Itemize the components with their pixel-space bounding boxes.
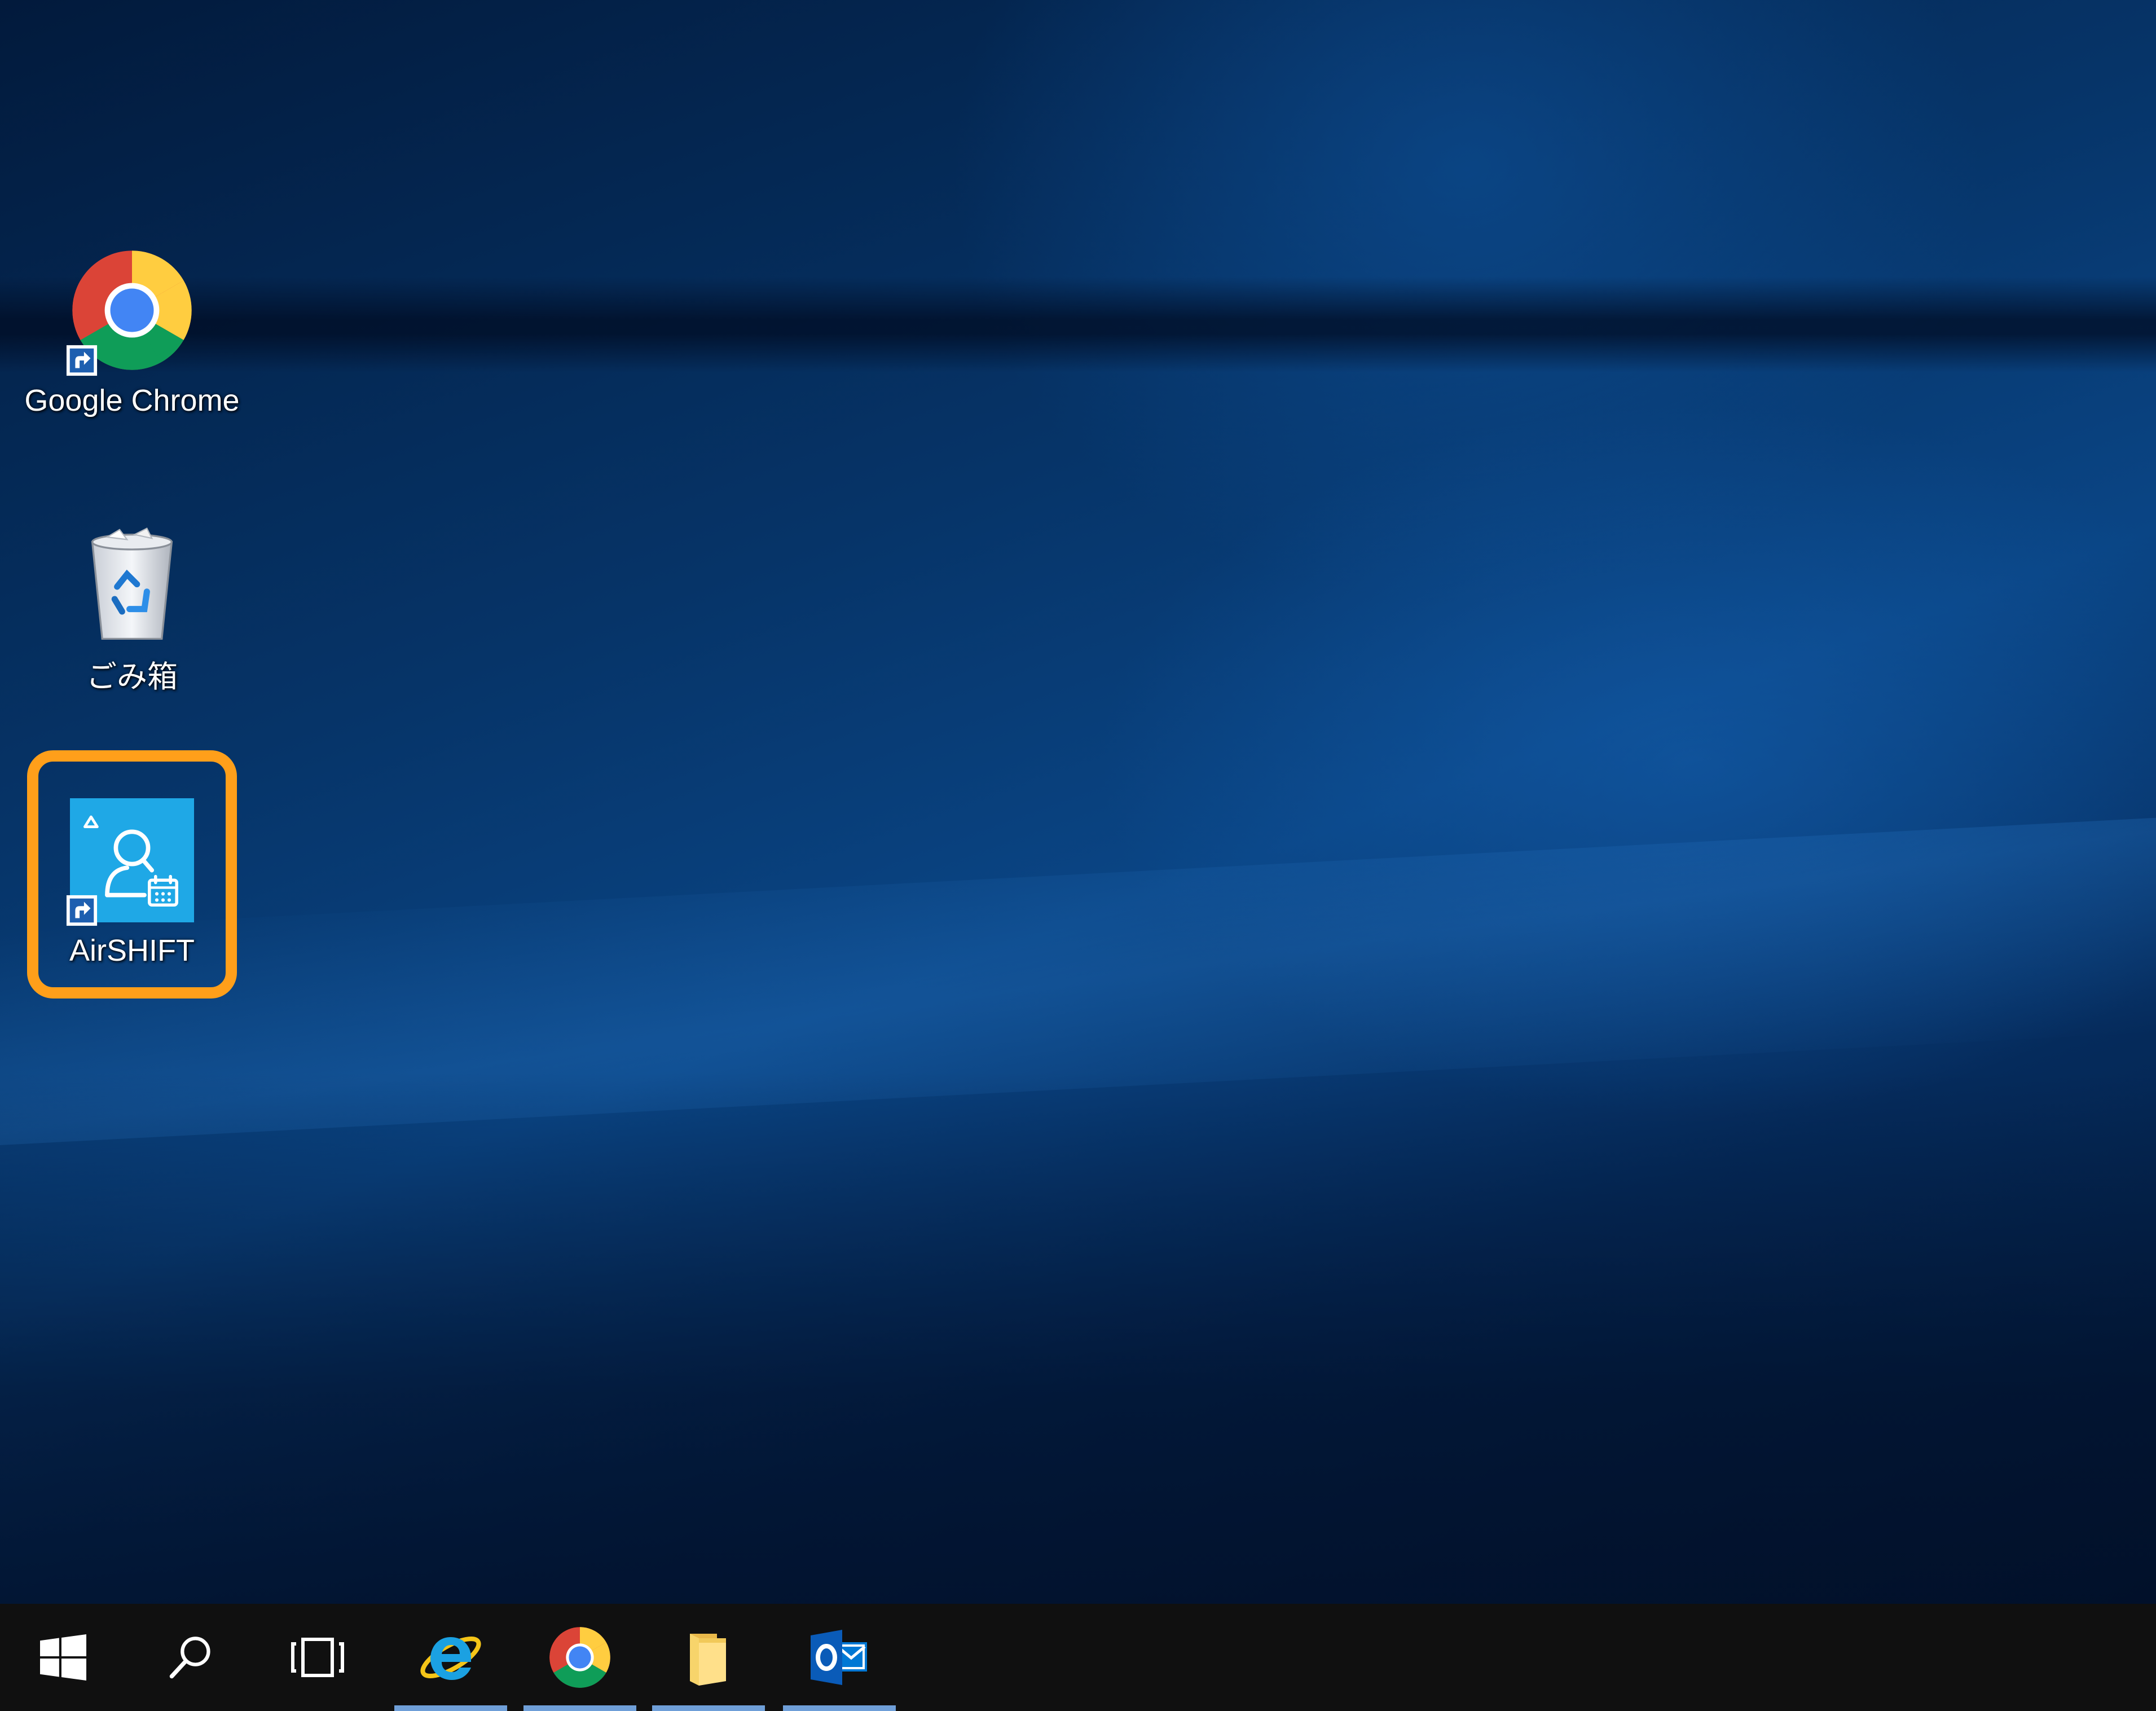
search-icon	[169, 1637, 210, 1679]
task-view-button[interactable]	[256, 1604, 380, 1711]
shortcut-arrow-icon	[66, 345, 98, 376]
active-indicator	[394, 1705, 507, 1711]
active-indicator	[523, 1705, 636, 1711]
active-indicator	[652, 1705, 765, 1711]
airshift-icon	[66, 798, 194, 926]
taskbar-google-chrome[interactable]	[518, 1604, 642, 1711]
wallpaper-light-band	[0, 817, 2156, 1145]
taskbar-internet-explorer[interactable]	[389, 1604, 513, 1711]
desktop-icon-recycle-bin[interactable]: ごみ箱	[14, 525, 250, 695]
desktop-background: Google Chrome ごみ箱 AirSHIFT	[0, 0, 2156, 1604]
chrome-icon	[66, 248, 194, 376]
start-button[interactable]	[1, 1604, 125, 1711]
windows-logo-icon	[40, 1634, 86, 1681]
desktop-icon-google-chrome[interactable]: Google Chrome	[14, 248, 250, 419]
wallpaper-bottom-shade	[0, 1072, 2156, 1604]
recycle-bin-icon	[70, 525, 194, 649]
taskbar	[0, 1604, 2156, 1711]
search-button[interactable]	[129, 1604, 253, 1711]
internet-explorer-icon	[420, 1637, 481, 1680]
folder-icon	[690, 1634, 726, 1686]
shortcut-arrow-icon	[66, 895, 98, 926]
desktop-icon-airshift[interactable]: AirSHIFT	[14, 798, 250, 969]
desktop-icon-label: AirSHIFT	[69, 934, 195, 967]
desktop-icon-label: Google Chrome	[24, 384, 240, 417]
taskbar-file-explorer[interactable]	[646, 1604, 771, 1711]
desktop-icon-label: ごみ箱	[86, 660, 178, 694]
taskbar-outlook[interactable]	[777, 1604, 901, 1711]
wallpaper-shadow-band	[0, 276, 2156, 372]
outlook-icon	[811, 1630, 867, 1685]
task-view-icon	[291, 1638, 344, 1677]
chrome-icon	[549, 1627, 610, 1688]
active-indicator	[783, 1705, 896, 1711]
